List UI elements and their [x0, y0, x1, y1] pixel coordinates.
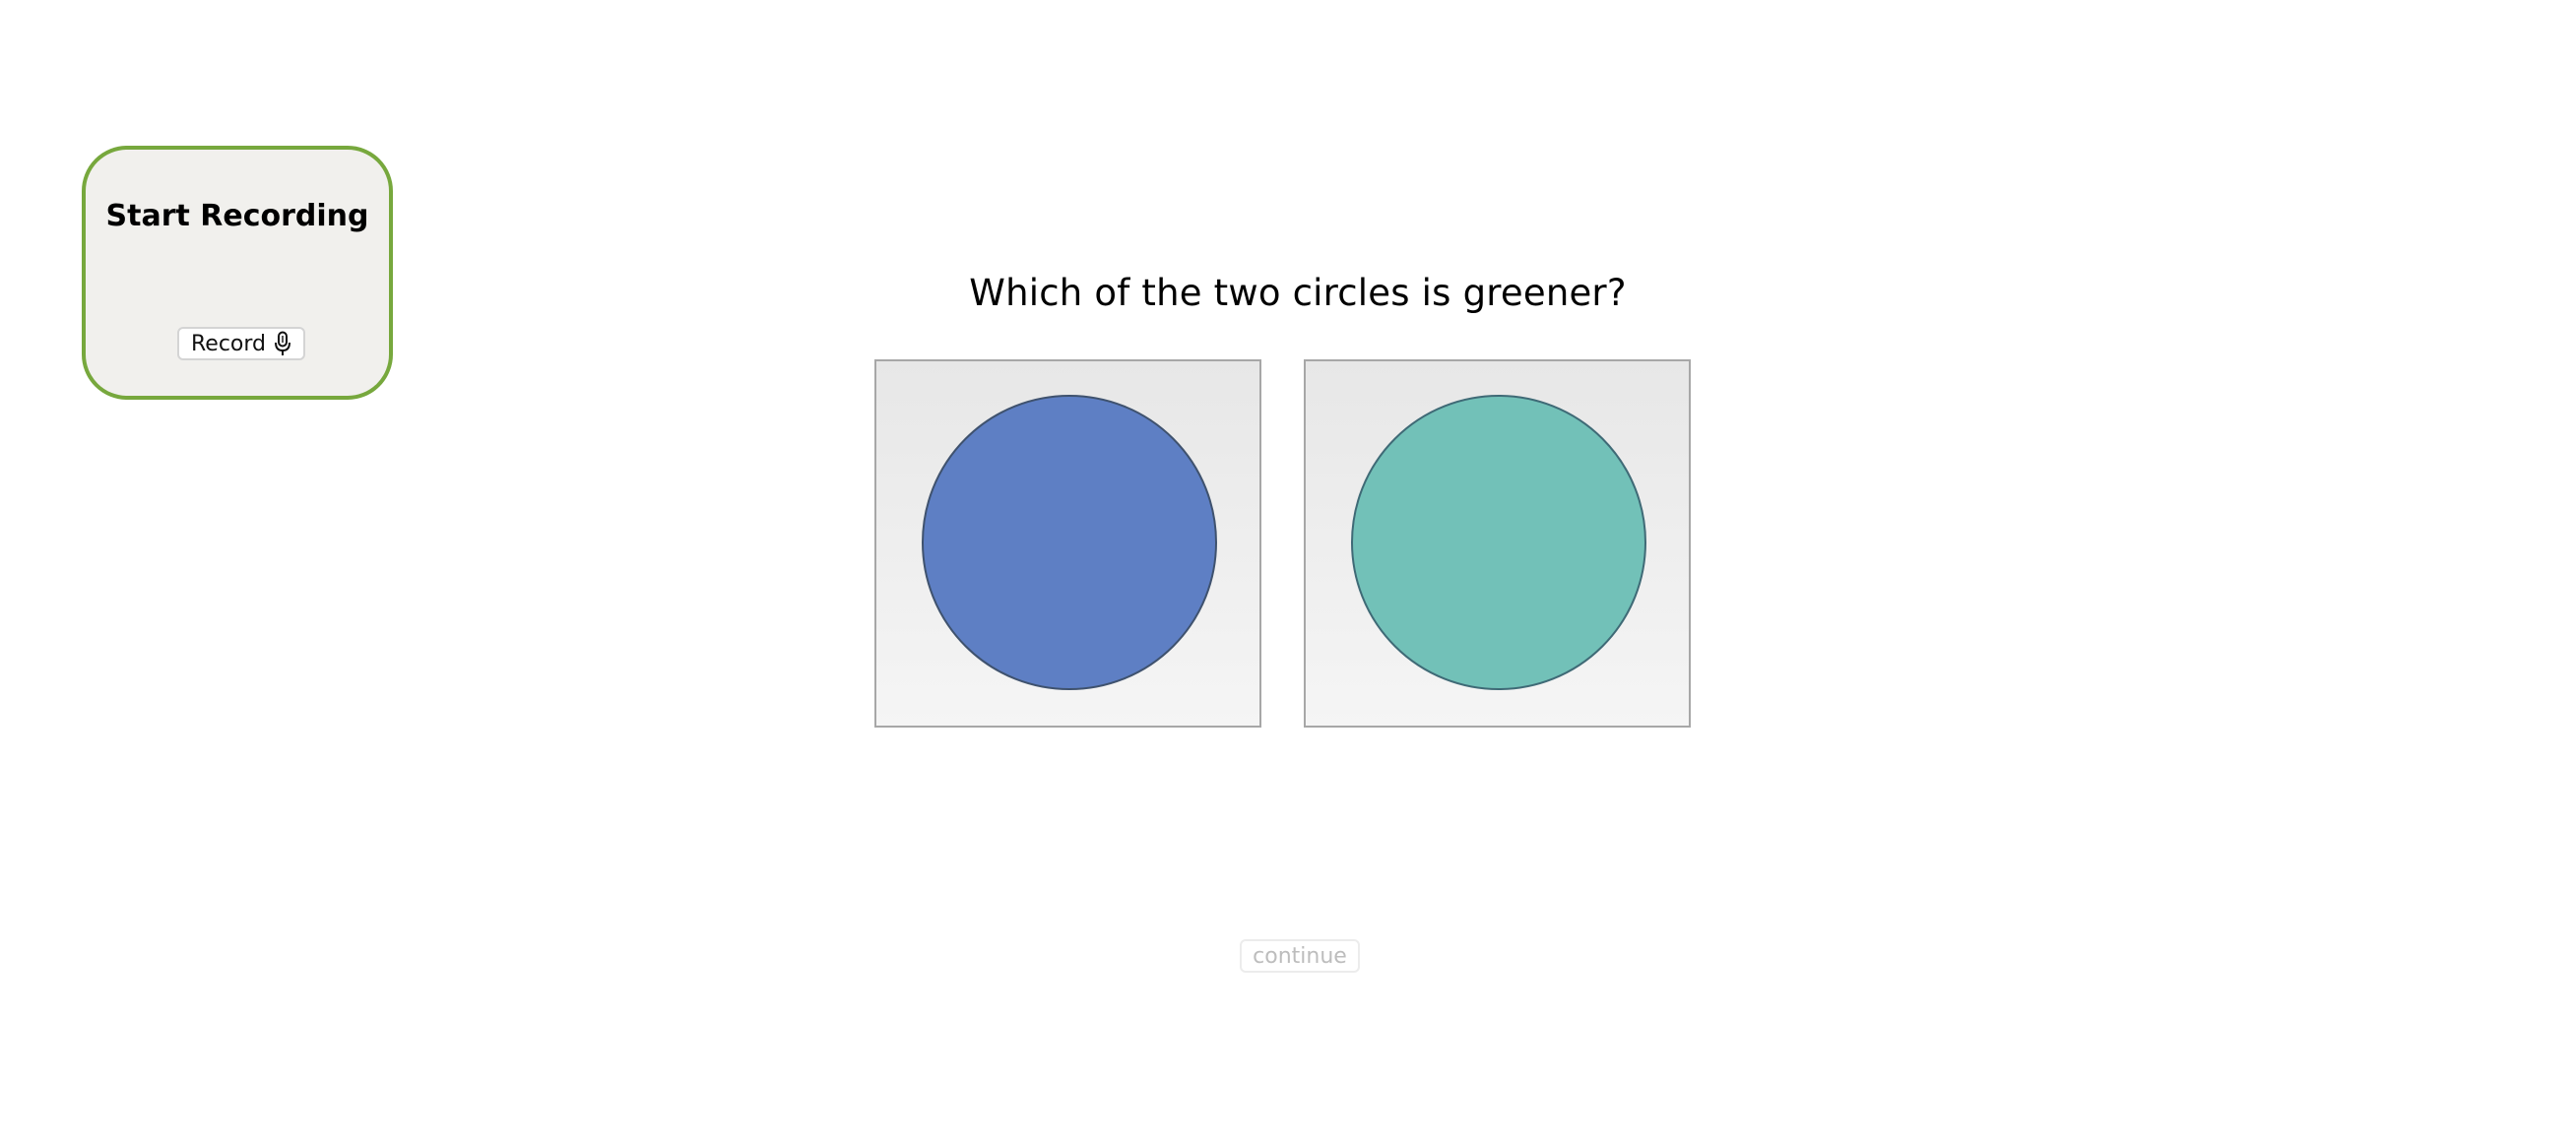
page: Start Recording Record Which of the two …	[0, 0, 2576, 1144]
record-button[interactable]: Record	[177, 327, 305, 360]
microphone-icon	[274, 331, 291, 356]
choice-left-graphic	[922, 395, 1217, 690]
record-button-label: Record	[190, 331, 266, 356]
choice-card-left[interactable]	[874, 359, 1261, 728]
left-circle	[922, 395, 1217, 690]
question-prompt: Which of the two circles is greener?	[969, 272, 1627, 314]
choice-card-right[interactable]	[1304, 359, 1691, 728]
right-circle	[1351, 395, 1646, 690]
recording-panel-title: Start Recording	[105, 199, 369, 233]
choice-right-graphic	[1351, 395, 1646, 690]
continue-button[interactable]: continue	[1240, 939, 1360, 973]
